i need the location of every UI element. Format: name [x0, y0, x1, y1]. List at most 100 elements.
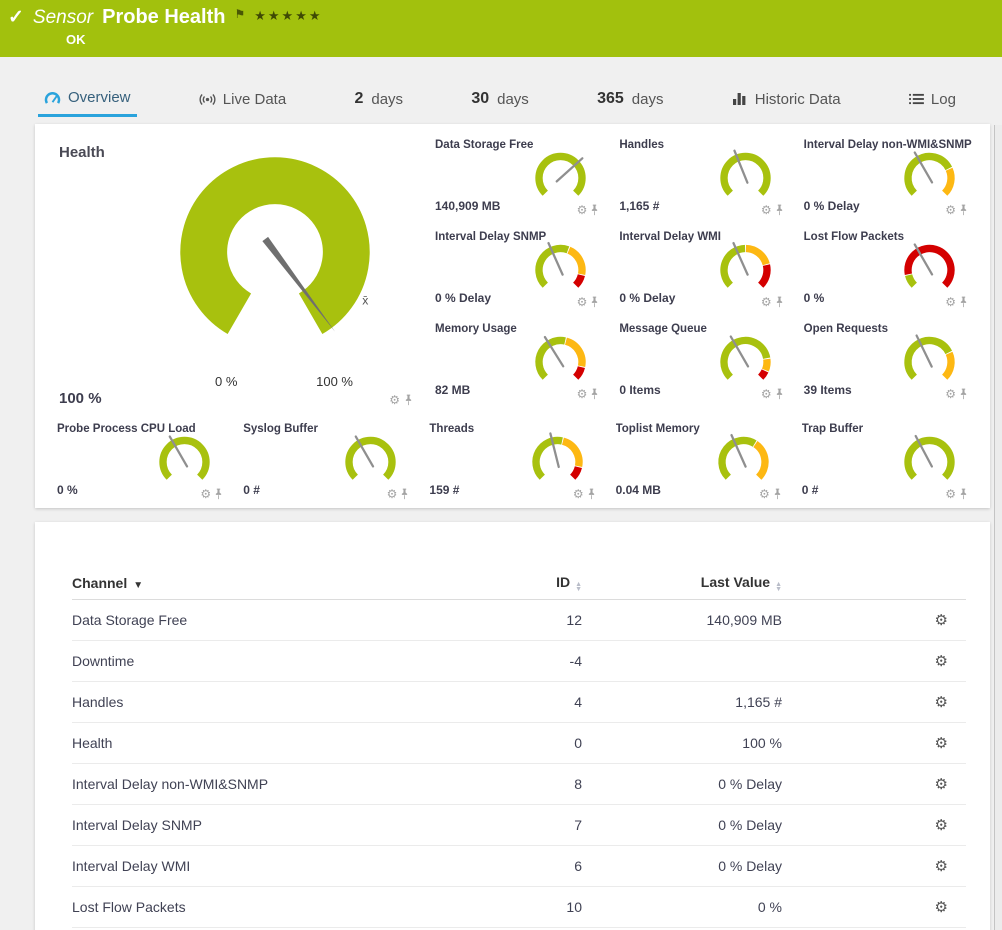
channel-id: 4	[482, 694, 582, 710]
gauge-dial	[532, 240, 589, 300]
column-header-id[interactable]: ID▲▼	[482, 574, 582, 592]
gear-icon[interactable]: ⚙	[945, 296, 956, 308]
pin-icon[interactable]	[404, 394, 413, 406]
gauge-actions: ⚙	[761, 296, 784, 308]
pin-icon[interactable]	[959, 296, 968, 308]
channel-name-link[interactable]: Lost Flow Packets	[72, 899, 482, 915]
channel-actions: ⚙	[782, 816, 966, 834]
gear-icon[interactable]: ⚙	[945, 388, 956, 400]
channel-last-value: 1,165 #	[582, 694, 782, 710]
channel-settings-gear-icon[interactable]: ⚙	[935, 694, 948, 711]
gear-icon[interactable]: ⚙	[389, 394, 400, 406]
tab-label: Historic Data	[755, 91, 841, 108]
gear-icon[interactable]: ⚙	[945, 488, 956, 500]
sort-arrows-icon: ▲▼	[575, 582, 582, 592]
gauge-actions: ⚙	[387, 488, 410, 500]
table-row-lost-flow-packets[interactable]: Lost Flow Packets100 %⚙	[72, 887, 966, 928]
tab-2-days[interactable]: 2 days	[348, 85, 409, 117]
tab-365-days[interactable]: 365 days	[591, 85, 669, 117]
pin-icon[interactable]	[959, 488, 968, 500]
status-badge: OK	[66, 32, 992, 47]
gauge-panel-toplist-memory: Toplist Memory0.04 MB⚙	[606, 416, 792, 506]
table-row-data-storage-free[interactable]: Data Storage Free12140,909 MB⚙	[72, 600, 966, 641]
gauge-dial	[901, 148, 958, 208]
flag-icon[interactable]: ⚑	[234, 7, 245, 21]
table-row-handles[interactable]: Handles41,165 # ⚙	[72, 682, 966, 723]
gear-icon[interactable]: ⚙	[577, 204, 588, 216]
gear-icon[interactable]: ⚙	[761, 296, 772, 308]
table-row-health[interactable]: Health0100 %⚙	[72, 723, 966, 764]
table-row-downtime[interactable]: Downtime-4⚙	[72, 641, 966, 682]
gauge-value: 0 #	[802, 483, 819, 497]
channel-last-value: 0 % Delay	[582, 817, 782, 833]
vertical-scrollbar[interactable]	[994, 125, 1002, 930]
table-row-interval-delay-wmi[interactable]: Interval Delay WMI60 % Delay⚙	[72, 846, 966, 887]
gauge-dial	[715, 432, 772, 492]
gear-icon[interactable]: ⚙	[761, 388, 772, 400]
pin-icon[interactable]	[959, 388, 968, 400]
tab-30-days[interactable]: 30 days	[465, 85, 534, 117]
channel-settings-gear-icon[interactable]: ⚙	[935, 612, 948, 629]
gauge-dial	[342, 432, 399, 492]
gear-icon[interactable]: ⚙	[759, 488, 770, 500]
pin-icon[interactable]	[773, 488, 782, 500]
tab-overview[interactable]: Overview	[38, 85, 137, 117]
channel-name-link[interactable]: Interval Delay SNMP	[72, 817, 482, 833]
gear-icon[interactable]: ⚙	[761, 204, 772, 216]
channel-name-link[interactable]: Downtime	[72, 653, 482, 669]
channel-settings-gear-icon[interactable]: ⚙	[935, 735, 948, 752]
column-header-last-value[interactable]: Last Value▲▼	[582, 574, 782, 592]
gauge-scale: 0 % 100 %	[163, 374, 387, 389]
gauge-actions: ⚙	[577, 296, 600, 308]
gear-icon[interactable]: ⚙	[573, 488, 584, 500]
sensor-name: Probe Health	[102, 6, 225, 29]
channel-settings-gear-icon[interactable]: ⚙	[935, 653, 948, 670]
pin-icon	[959, 388, 968, 400]
column-label: Channel	[72, 575, 127, 591]
pin-icon[interactable]	[590, 388, 599, 400]
column-header-channel[interactable]: Channel▼	[72, 575, 482, 591]
channel-name-link[interactable]: Data Storage Free	[72, 612, 482, 628]
tab-live-data[interactable]: Live Data	[193, 85, 292, 117]
gear-icon[interactable]: ⚙	[577, 296, 588, 308]
log-list-icon	[909, 93, 924, 105]
gauge-value: 1,165 #	[619, 199, 659, 213]
gauge-panel-interval-delay-wmi: Interval Delay WMI0 % Delay⚙	[609, 224, 793, 314]
pin-icon[interactable]	[587, 488, 596, 500]
gear-icon[interactable]: ⚙	[200, 488, 211, 500]
channel-last-value: 0 %	[582, 899, 782, 915]
gauge-dial	[901, 332, 958, 392]
gauge-panel-interval-delay-snmp: Interval Delay SNMP0 % Delay⚙	[425, 224, 609, 314]
pin-icon[interactable]	[400, 488, 409, 500]
table-row-interval-delay-non-wmi-snmp[interactable]: Interval Delay non-WMI&SNMP80 % Delay⚙	[72, 764, 966, 805]
channel-settings-gear-icon[interactable]: ⚙	[935, 899, 948, 916]
priority-stars[interactable]: ★★★★★	[254, 8, 322, 24]
tab-label: days	[371, 91, 403, 108]
gauge-panel-memory-usage: Memory Usage82 MB⚙	[425, 316, 609, 406]
channel-name-link[interactable]: Interval Delay non-WMI&SNMP	[72, 776, 482, 792]
channel-name-link[interactable]: Handles	[72, 694, 482, 710]
pin-icon[interactable]	[775, 296, 784, 308]
tab-log[interactable]: Log	[903, 85, 962, 117]
gauge-panel-syslog-buffer: Syslog Buffer0 #⚙	[233, 416, 419, 506]
pin-icon[interactable]	[590, 204, 599, 216]
pin-icon[interactable]	[959, 204, 968, 216]
channel-settings-gear-icon[interactable]: ⚙	[935, 858, 948, 875]
channel-settings-gear-icon[interactable]: ⚙	[935, 817, 948, 834]
pin-icon[interactable]	[775, 388, 784, 400]
pin-icon[interactable]	[214, 488, 223, 500]
gear-icon[interactable]: ⚙	[387, 488, 398, 500]
channel-name-link[interactable]: Health	[72, 735, 482, 751]
gauge-dial	[901, 240, 958, 300]
pin-icon[interactable]	[775, 204, 784, 216]
pin-icon[interactable]	[590, 296, 599, 308]
pin-icon	[590, 296, 599, 308]
tab-historic-data[interactable]: Historic Data	[726, 85, 847, 117]
gear-icon[interactable]: ⚙	[577, 388, 588, 400]
channel-name-link[interactable]: Interval Delay WMI	[72, 858, 482, 874]
status-check-icon: ✓	[8, 6, 24, 29]
channel-settings-gear-icon[interactable]: ⚙	[935, 776, 948, 793]
gauge-panel-handles: Handles1,165 #⚙	[609, 132, 793, 222]
table-row-interval-delay-snmp[interactable]: Interval Delay SNMP70 % Delay⚙	[72, 805, 966, 846]
gear-icon[interactable]: ⚙	[945, 204, 956, 216]
